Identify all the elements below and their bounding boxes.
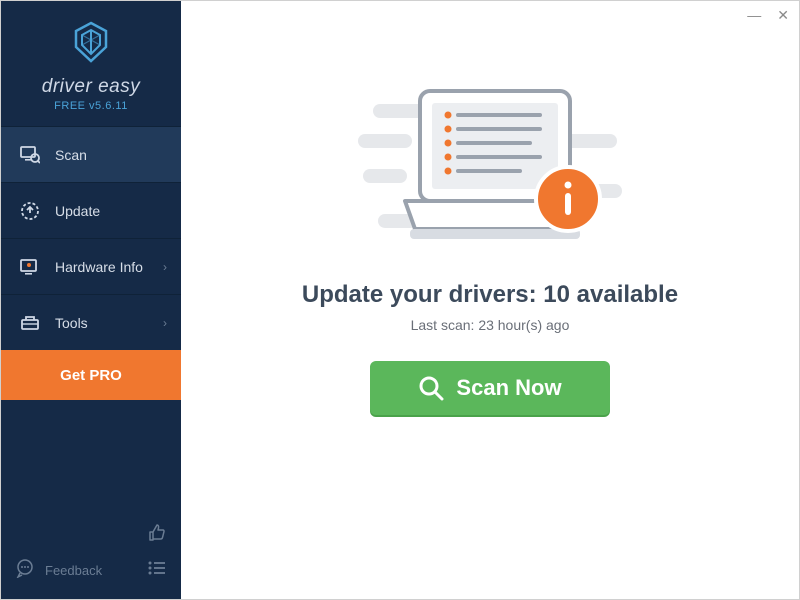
scan-now-label: Scan Now: [456, 375, 561, 401]
app-logo-icon: [68, 19, 114, 65]
sidebar: driver easy FREE v5.6.11 Scan Update: [1, 1, 181, 599]
get-pro-button[interactable]: Get PRO: [1, 350, 181, 400]
scan-illustration: [350, 81, 630, 261]
sidebar-item-scan[interactable]: Scan: [1, 126, 181, 182]
feedback-label[interactable]: Feedback: [45, 563, 102, 578]
close-button[interactable]: ✕: [777, 7, 789, 24]
minimize-button[interactable]: —: [747, 7, 761, 24]
logo-block: driver easy FREE v5.6.11: [1, 1, 181, 126]
sidebar-item-hardware-info[interactable]: Hardware Info ›: [1, 238, 181, 294]
app-name: driver easy: [1, 76, 181, 98]
sidebar-item-tools[interactable]: Tools ›: [1, 294, 181, 350]
headline: Update your drivers: 10 available: [302, 281, 678, 309]
scan-now-button[interactable]: Scan Now: [370, 361, 609, 415]
last-scan-text: Last scan: 23 hour(s) ago: [411, 317, 570, 333]
sidebar-item-label: Hardware Info: [55, 259, 143, 275]
chevron-right-icon: ›: [163, 260, 167, 274]
main-content: Update your drivers: 10 available Last s…: [181, 1, 799, 599]
sidebar-bottom: Feedback: [1, 511, 181, 599]
sidebar-item-label: Update: [55, 203, 100, 219]
list-icon[interactable]: [147, 560, 167, 581]
window-controls: — ✕: [747, 7, 789, 24]
hardware-icon: [17, 258, 43, 276]
thumbs-up-icon[interactable]: [147, 523, 167, 548]
sidebar-item-label: Scan: [55, 147, 87, 163]
search-icon: [418, 375, 444, 401]
app-version: FREE v5.6.11: [1, 100, 181, 112]
feedback-icon[interactable]: [15, 558, 35, 583]
tools-icon: [17, 314, 43, 332]
update-icon: [17, 201, 43, 221]
chevron-right-icon: ›: [163, 316, 167, 330]
scan-icon: [17, 146, 43, 164]
nav: Scan Update Hardware Info › Tools: [1, 126, 181, 400]
sidebar-item-update[interactable]: Update: [1, 182, 181, 238]
sidebar-item-label: Tools: [55, 315, 88, 331]
